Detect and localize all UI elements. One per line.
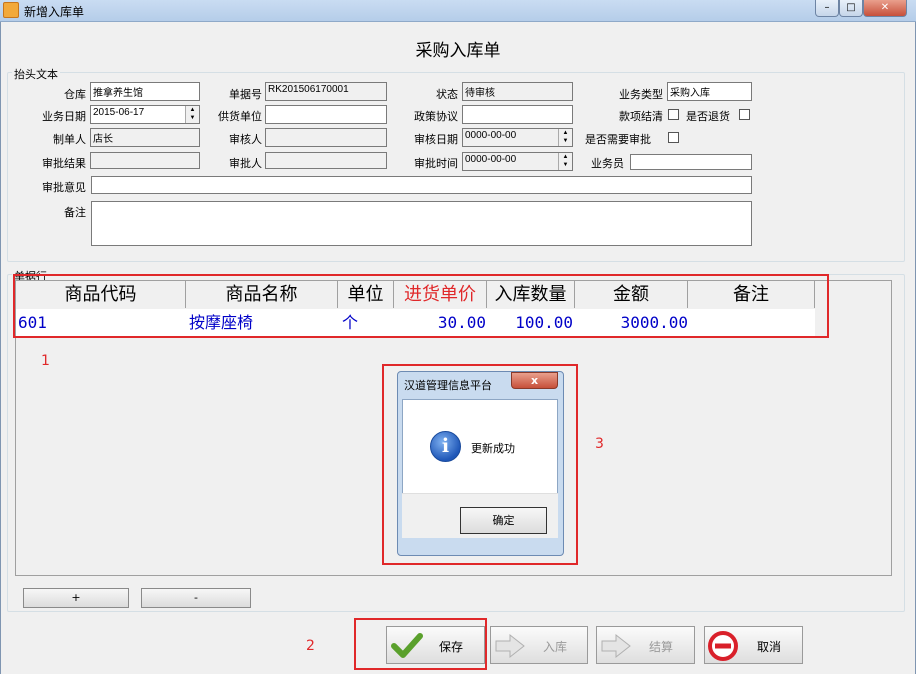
add-row-button[interactable]: + — [23, 588, 129, 608]
audit-date-label: 审核日期 — [414, 133, 458, 146]
status-field[interactable]: 待审核 — [462, 82, 573, 101]
returned-label: 是否退货 — [686, 110, 730, 123]
remark-field[interactable] — [91, 201, 752, 246]
cancel-label: 取消 — [757, 640, 782, 654]
settle-button[interactable]: 结算 — [596, 626, 695, 664]
settled-label: 款项结清 — [619, 110, 663, 123]
supplier-label: 供货单位 — [218, 110, 262, 123]
arrow-right-icon — [495, 633, 525, 659]
stock-in-button[interactable]: 入库 — [490, 626, 588, 664]
close-icon[interactable]: ✕ — [863, 0, 907, 17]
warehouse-label: 仓库 — [64, 88, 86, 101]
audit-date-field[interactable]: 0000-00-00 ▲ ▼ — [462, 128, 573, 147]
status-label: 状态 — [436, 88, 458, 101]
policy-label: 政策协议 — [414, 110, 458, 123]
warehouse-field[interactable]: 推拿养生馆 — [90, 82, 200, 101]
annotation-1: 1 — [41, 353, 50, 369]
annotation-3: 3 — [595, 436, 604, 452]
approval-opinion-label: 审批意见 — [42, 181, 86, 194]
policy-field[interactable] — [462, 105, 573, 124]
stock-in-label: 入库 — [543, 640, 568, 654]
settled-checkbox[interactable] — [668, 109, 679, 120]
biz-date-value: 2015-06-17 — [93, 107, 145, 118]
audit-date-value: 0000-00-00 — [465, 130, 517, 141]
biz-date-spinner[interactable]: ▲ ▼ — [185, 106, 199, 123]
cancel-button[interactable]: 取消 — [704, 626, 803, 664]
title-bar — [0, 0, 916, 22]
approver-field[interactable] — [265, 152, 387, 169]
approver-label: 审批人 — [229, 157, 262, 170]
biz-type-field[interactable]: 采购入库 — [667, 82, 752, 101]
highlight-box-2 — [354, 618, 487, 670]
app-icon — [3, 2, 19, 18]
need-approval-checkbox[interactable] — [668, 132, 679, 143]
highlight-box-3 — [382, 364, 578, 565]
need-approval-label: 是否需要审批 — [585, 133, 651, 146]
arrow-right-icon — [601, 633, 631, 659]
auditor-field[interactable] — [265, 128, 387, 147]
biz-date-field[interactable]: 2015-06-17 ▲ ▼ — [90, 105, 200, 124]
form-title: 采购入库单 — [415, 41, 501, 61]
biz-type-label: 业务类型 — [619, 88, 663, 101]
biz-date-label: 业务日期 — [42, 110, 86, 123]
stop-icon — [708, 631, 738, 661]
approval-time-value: 0000-00-00 — [465, 154, 517, 165]
supplier-field[interactable] — [265, 105, 387, 124]
approval-time-field[interactable]: 0000-00-00 ▲ ▼ — [462, 152, 573, 171]
creator-label: 制单人 — [53, 133, 86, 146]
approval-time-label: 审批时间 — [414, 157, 458, 170]
highlight-box-1 — [13, 274, 829, 338]
remove-row-button[interactable]: - — [141, 588, 251, 608]
maximize-icon[interactable]: □ — [839, 0, 863, 17]
minimize-icon[interactable]: – — [815, 0, 839, 17]
approval-time-spinner[interactable]: ▲ ▼ — [558, 153, 572, 170]
salesman-field[interactable] — [630, 154, 752, 170]
approval-result-label: 审批结果 — [42, 157, 86, 170]
doc-no-field[interactable]: RK201506170001 — [265, 82, 387, 101]
creator-field[interactable]: 店长 — [90, 128, 200, 147]
approval-result-field[interactable] — [90, 152, 200, 169]
window-title: 新增入库单 — [24, 5, 85, 19]
doc-no-label: 单据号 — [229, 88, 262, 101]
remark-label: 备注 — [64, 206, 86, 219]
audit-date-spinner[interactable]: ▲ ▼ — [558, 129, 572, 146]
salesman-label: 业务员 — [591, 157, 624, 170]
auditor-label: 审核人 — [229, 133, 262, 146]
approval-opinion-field[interactable] — [91, 176, 752, 194]
annotation-2: 2 — [306, 638, 315, 654]
settle-label: 结算 — [649, 640, 674, 654]
header-group-label: 抬头文本 — [12, 66, 60, 82]
returned-checkbox[interactable] — [739, 109, 750, 120]
